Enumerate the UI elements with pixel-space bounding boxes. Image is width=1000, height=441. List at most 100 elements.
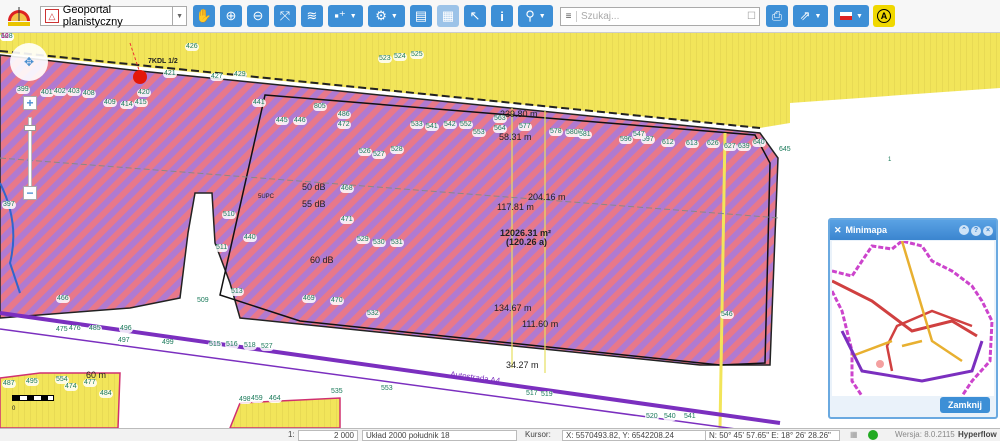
cursor-geo-value: N: 50° 45' 57.65" E: 18° 26' 28.26": [709, 431, 831, 440]
parcel-number: 578: [549, 128, 563, 136]
parcel-number: 563: [493, 115, 507, 123]
parcel-number: 415: [134, 99, 148, 107]
clear-icon[interactable]: ☐: [747, 11, 756, 22]
toolbar: △ Geoportal planistyczny ▼ ✋ ⊕ ⊖ ⤧ ≋ ▪⁺ ▼ ⚙…: [0, 0, 1000, 33]
parcel-number: 546: [720, 311, 734, 319]
parcel-number: 409: [103, 99, 117, 107]
parcel-number: 533: [410, 121, 424, 129]
parcel-number: 527: [260, 343, 274, 351]
link-icon: ⇗: [799, 8, 811, 23]
parcel-number: 547: [632, 131, 646, 139]
parcel-number: 511: [215, 244, 229, 252]
scale-prefix: 1:: [288, 430, 295, 439]
document-icon: ▤: [414, 8, 428, 23]
close-minimap-button[interactable]: Zamknij: [940, 397, 990, 413]
parcel-number: 510: [222, 211, 236, 219]
crs-select[interactable]: Układ 2000 południk 18: [362, 430, 517, 441]
cursor-xy-value: X: 5570493.82, Y: 6542208.24: [566, 431, 674, 440]
parcel-number: 531: [390, 239, 404, 247]
full-extent-button[interactable]: ⤧: [274, 5, 296, 27]
gears-icon: ⚙: [375, 8, 387, 23]
tools-button[interactable]: ⚙ ▼: [368, 5, 405, 27]
search-tools-button[interactable]: ⚲ ▼: [518, 5, 553, 27]
parcel-number: 541: [683, 413, 697, 421]
vendor-link[interactable]: Hyperflow: [958, 430, 997, 439]
calculator-icon[interactable]: ▦: [850, 430, 858, 439]
zoom-out-button[interactable]: ⊖: [247, 5, 269, 27]
minimap-panel: ✕ Minimapa ⌃? × Zamknij: [828, 218, 998, 419]
portal-select[interactable]: △ Geoportal planistyczny ▼: [40, 4, 187, 28]
parcel-number: 552: [459, 121, 473, 129]
add-layer-button[interactable]: ▪⁺ ▼: [328, 5, 363, 27]
scale-zero-label: 0: [12, 406, 16, 412]
parcel-number: 468: [340, 185, 354, 193]
expand-icon: ⤧: [279, 8, 291, 23]
parcel-number: 427: [210, 73, 224, 81]
menu-icon[interactable]: ≡: [561, 11, 577, 22]
cursor-label: Kursor:: [525, 430, 551, 439]
status-bar: 1: 2 000 Układ 2000 południk 18 Kursor: …: [0, 428, 1000, 441]
table-button[interactable]: ▦: [437, 5, 459, 27]
add-layer-icon: ▪⁺: [334, 8, 346, 23]
scale-bar: [12, 395, 54, 401]
parcel-number: 640: [752, 139, 766, 147]
search-input[interactable]: ≡ Szukaj... ☐: [560, 7, 760, 26]
parcel-number: 581: [578, 131, 592, 139]
crs-value: Układ 2000 południk 18: [366, 431, 450, 440]
info-button[interactable]: i: [491, 5, 513, 27]
print-button[interactable]: ⎙: [766, 5, 788, 27]
language-button[interactable]: ▼: [834, 5, 869, 27]
hand-icon: ✋: [195, 8, 213, 23]
minimap-header: ✕ Minimapa ⌃? ×: [830, 220, 996, 240]
print-area-button[interactable]: ▤: [410, 5, 432, 27]
parcel-number: 577: [518, 123, 532, 131]
parcel-number: 472: [337, 121, 351, 129]
layers-button[interactable]: ≋: [301, 5, 323, 27]
parcel-number: 540: [663, 413, 677, 421]
collapse-icon[interactable]: ⌃: [959, 225, 969, 236]
minimap-view[interactable]: [830, 239, 994, 397]
parcel-number: 397: [2, 201, 16, 209]
parcel-number: 429: [233, 71, 247, 79]
select-button[interactable]: ↖: [464, 5, 486, 27]
pan-button[interactable]: ✋: [193, 5, 215, 27]
minimap-title: Minimapa: [845, 225, 888, 235]
share-button[interactable]: ⇗ ▼: [793, 5, 828, 27]
map-label: 1: [888, 157, 892, 163]
parcel-number: 475: [55, 326, 69, 334]
parcel-number: 445: [275, 117, 289, 125]
parcel-number: 518: [243, 342, 257, 350]
area-ha-label: (120.26 a): [506, 237, 548, 247]
parcel-number: 805: [313, 103, 327, 111]
search-icon: ⚲: [525, 8, 535, 23]
yellow-zone-right: [780, 33, 1000, 103]
help-icon[interactable]: ?: [971, 225, 981, 236]
pan-control[interactable]: ✥: [10, 43, 48, 81]
parcel-number: 513: [230, 288, 244, 296]
map-canvas[interactable]: ✥ + − 7KDL 1/2 5UPC 50 dB 55 dB 60 dB 23…: [0, 33, 1000, 428]
accessibility-icon: A: [877, 9, 891, 23]
parcel-number: 496: [119, 325, 133, 333]
measurement-label: 204.16 m: [528, 192, 566, 202]
version-label: Wersja: 8.0.2115: [895, 430, 955, 439]
chevron-down-icon[interactable]: ▼: [172, 7, 186, 25]
zoom-slider-handle[interactable]: [24, 125, 36, 131]
parcel-number: 495: [25, 378, 39, 386]
parcel-number: 532: [366, 310, 380, 318]
search-placeholder: Szukaj...: [581, 11, 620, 22]
cursor-xy: X: 5570493.82, Y: 6542208.24: [562, 430, 712, 441]
measurement-label: 34.27 m: [506, 360, 539, 370]
close-icon[interactable]: ×: [983, 225, 993, 236]
measurement-label: 117.81 m: [497, 202, 534, 212]
zoom-in-control[interactable]: +: [23, 96, 37, 110]
parcel-number: 484: [99, 390, 113, 398]
zoom-in-button[interactable]: ⊕: [220, 5, 242, 27]
zone-code-label: 5UPC: [258, 194, 275, 200]
parcel-number: 524: [393, 53, 407, 61]
parcel-number: 541: [425, 123, 439, 131]
scale-input[interactable]: 2 000: [298, 430, 358, 441]
accessibility-button[interactable]: A: [873, 5, 895, 27]
parcel-number: 402: [53, 88, 67, 96]
road-code-label: 7KDL 1/2: [148, 58, 178, 65]
zoom-out-control[interactable]: −: [23, 186, 37, 200]
